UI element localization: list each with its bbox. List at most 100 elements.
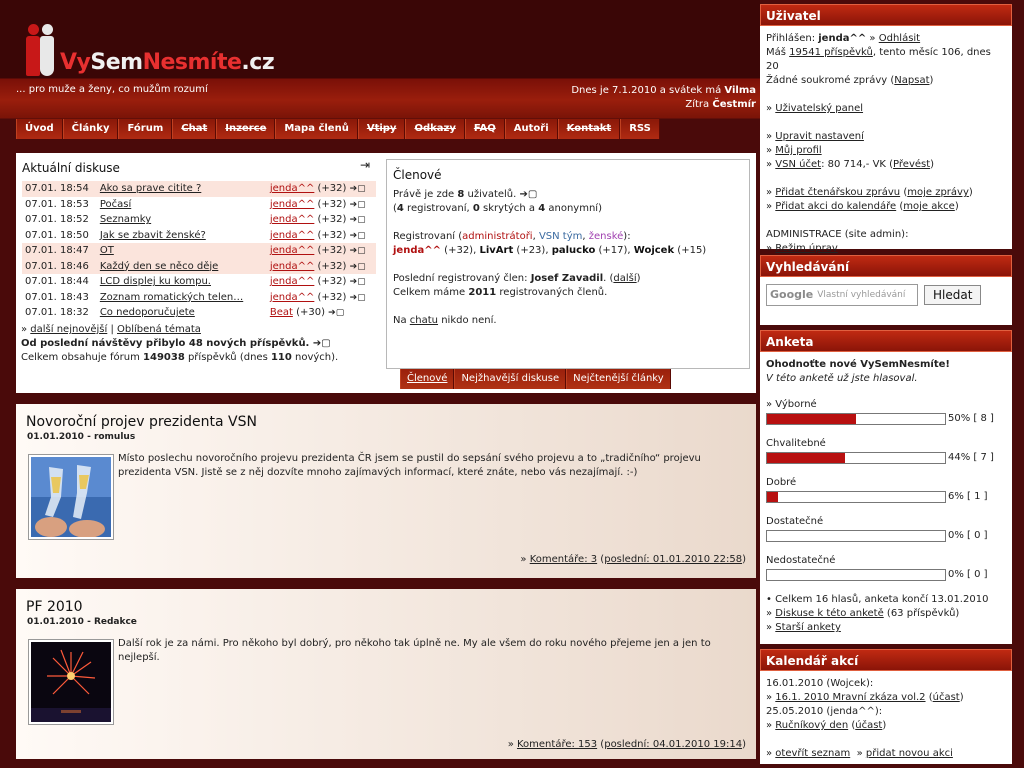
nav-tab[interactable]: Odkazy <box>405 119 465 139</box>
discussions-footer: » další nejnovější | Oblíbená témata Od … <box>21 324 339 363</box>
nav-tab[interactable]: RSS <box>620 119 660 139</box>
user-panel-link[interactable]: Uživatelský panel <box>775 103 863 114</box>
nav-tab[interactable]: FAQ <box>464 119 505 139</box>
event-link[interactable]: Ručníkový den <box>775 720 848 731</box>
arrow-icon[interactable]: ➔▢ <box>350 200 366 210</box>
last-comment-link[interactable]: poslední: 01.01.2010 22:58 <box>604 554 742 565</box>
event-link[interactable]: 16.1. 2010 Mravní zkáza vol.2 <box>775 692 925 703</box>
nav-tab[interactable]: Úvod <box>16 119 63 139</box>
discussion-topic-link[interactable]: Jak se zbavit ženské? <box>100 230 206 241</box>
arrow-icon[interactable]: ➔▢ <box>350 293 366 303</box>
arrow-icon[interactable]: ➔▢ <box>350 262 366 272</box>
poll-question: Ohodnoťte nové VySemNesmíte! <box>766 359 950 370</box>
vsn-account-link[interactable]: VSN účet <box>775 159 821 170</box>
nav-tab[interactable]: Vtipy <box>357 119 406 139</box>
collapse-icon[interactable]: ⇥ <box>360 158 370 172</box>
poll-percent: 6% [ 1 ] <box>948 491 988 502</box>
discussions-table: 07.01. 18:54 Ako sa prave citite ? jenda^^… <box>22 181 376 321</box>
join-event-link[interactable]: účast <box>855 720 882 731</box>
my-events-link[interactable]: moje akce <box>903 201 955 212</box>
discussion-topic-link[interactable]: LCD displej ku kompu. <box>100 276 211 287</box>
add-reader-message-link[interactable]: Přidat čtenářskou zprávu <box>775 187 900 198</box>
profile-link[interactable]: Můj profil <box>775 145 821 156</box>
discussion-topic-link[interactable]: Ako sa prave citite ? <box>100 183 201 194</box>
last-comment-link[interactable]: poslední: 04.01.2010 19:14 <box>604 739 742 750</box>
open-calendar-link[interactable]: otevřít seznam <box>775 748 850 759</box>
older-polls-link[interactable]: Starší ankety <box>775 622 841 633</box>
members-title: Členové <box>393 168 442 182</box>
search-input[interactable]: Google Vlastní vyhledávání <box>766 284 918 306</box>
comments-link[interactable]: Komentáře: 3 <box>530 554 597 565</box>
nav-tab[interactable]: Autoři <box>504 119 558 139</box>
nav-tab[interactable]: Mapa členů <box>275 119 358 139</box>
logout-link[interactable]: Odhlásit <box>879 33 920 44</box>
comments-link[interactable]: Komentáře: 153 <box>517 739 597 750</box>
site-header: VySemNesmíte.cz ... pro muže a ženy, co … <box>0 0 760 145</box>
more-newest-link[interactable]: další nejnovější <box>30 324 107 335</box>
site-logo[interactable]: VySemNesmíte.cz <box>24 22 275 78</box>
discussion-user-link[interactable]: Beat <box>270 307 293 318</box>
article-title[interactable]: PF 2010 <box>26 599 83 615</box>
arrow-icon[interactable]: ➔▢ <box>328 308 344 318</box>
poll-percent: 0% [ 0 ] <box>948 569 988 580</box>
edit-mode-link[interactable]: Režim úprav <box>775 243 837 254</box>
my-messages-link[interactable]: moje zprávy <box>907 187 969 198</box>
arrow-icon[interactable]: ➔▢ <box>520 189 538 200</box>
discussion-user-link[interactable]: jenda^^ <box>270 292 315 303</box>
join-event-link[interactable]: účast <box>933 692 960 703</box>
arrow-icon[interactable]: ➔▢ <box>350 184 366 194</box>
discussion-topic-link[interactable]: OT <box>100 245 114 256</box>
online-user[interactable]: LivArt <box>479 245 513 256</box>
discussion-topic-link[interactable]: Seznamky <box>100 214 151 225</box>
settings-link[interactable]: Upravit nastavení <box>775 131 864 142</box>
search-box: Vyhledávání Google Vlastní vyhledávání H… <box>760 255 1012 325</box>
discussion-user-link[interactable]: jenda^^ <box>270 230 315 241</box>
discussion-topic-link[interactable]: Co nedoporučujete <box>100 307 195 318</box>
nav-tab[interactable]: Články <box>62 119 119 139</box>
logo-text: VySemNesmíte.cz <box>60 50 275 75</box>
search-button[interactable]: Hledat <box>924 285 982 305</box>
discussion-time: 07.01. 18:53 <box>25 198 89 210</box>
members-tabs: Členové Nejžhavější diskuse Nejčtenější … <box>400 369 671 389</box>
discussion-user-link[interactable]: jenda^^ <box>270 245 315 256</box>
arrow-icon[interactable]: ➔▢ <box>313 338 331 349</box>
nav-tab[interactable]: Inzerce <box>216 119 276 139</box>
discussion-user-link[interactable]: jenda^^ <box>270 199 315 210</box>
discussion-user-link[interactable]: jenda^^ <box>270 261 315 272</box>
fireworks-image[interactable] <box>28 639 114 725</box>
arrow-icon[interactable]: ➔▢ <box>350 231 366 241</box>
article-perex: Místo poslechu novoročního projevu prezi… <box>118 453 701 478</box>
tab-hottest-discussions[interactable]: Nejžhavější diskuse <box>454 369 567 389</box>
champagne-image[interactable] <box>28 454 114 540</box>
write-message-link[interactable]: Napsat <box>894 75 929 86</box>
online-now: Právě je zde 8 uživatelů. ➔▢ <box>393 189 538 200</box>
online-user[interactable]: palucko <box>552 245 596 256</box>
poll-option-label: Nedostatečné <box>766 555 836 566</box>
nav-tab[interactable]: Fórum <box>118 119 173 139</box>
discussion-topic-link[interactable]: Počasí <box>100 199 131 210</box>
online-user[interactable]: Wojcek <box>634 245 674 256</box>
nav-tab[interactable]: Kontakt <box>557 119 621 139</box>
tab-members[interactable]: Členové <box>400 369 455 389</box>
search-box-title: Vyhledávání <box>760 255 1012 277</box>
add-event-link[interactable]: Přidat akci do kalendáře <box>775 201 896 212</box>
online-user[interactable]: jenda^^ <box>393 245 441 256</box>
discussion-user-link[interactable]: jenda^^ <box>270 276 315 287</box>
my-posts-link[interactable]: 19541 příspěvků <box>789 47 873 58</box>
more-members-link[interactable]: další <box>613 273 636 284</box>
chat-link[interactable]: chatu <box>410 315 438 326</box>
favorite-topics-link[interactable]: Oblíbená témata <box>117 324 201 335</box>
nav-tab[interactable]: Chat <box>172 119 217 139</box>
arrow-icon[interactable]: ➔▢ <box>350 215 366 225</box>
discussion-topic-link[interactable]: Každý den se něco děje <box>100 261 218 272</box>
add-event-link[interactable]: přidat novou akci <box>866 748 953 759</box>
discussion-user-link[interactable]: jenda^^ <box>270 214 315 225</box>
arrow-icon[interactable]: ➔▢ <box>350 246 366 256</box>
arrow-icon[interactable]: ➔▢ <box>350 277 366 287</box>
poll-discussion-link[interactable]: Diskuse k této anketě <box>775 608 883 619</box>
tab-most-read-articles[interactable]: Nejčtenější články <box>566 369 671 389</box>
article-title[interactable]: Novoroční projev prezidenta VSN <box>26 414 257 430</box>
discussion-user-link[interactable]: jenda^^ <box>270 183 315 194</box>
discussion-topic-link[interactable]: Zoznam romatických telen… <box>100 292 243 303</box>
transfer-link[interactable]: Převést <box>893 159 930 170</box>
